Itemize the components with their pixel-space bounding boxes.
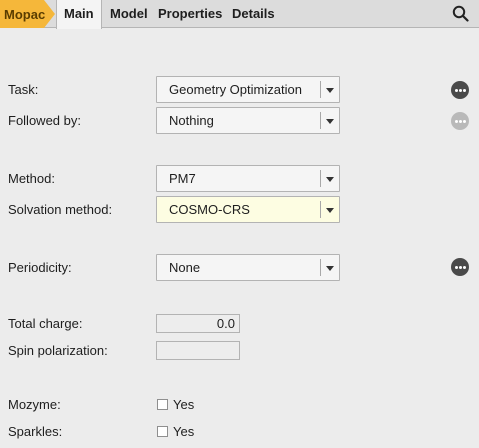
periodicity-select[interactable]: None bbox=[156, 254, 340, 281]
tab-model[interactable]: Model bbox=[110, 0, 148, 28]
sparkles-option-label[interactable]: Yes bbox=[173, 424, 194, 439]
followed-by-value: Nothing bbox=[169, 113, 214, 128]
total-charge-label: Total charge: bbox=[8, 316, 83, 331]
followed-by-select[interactable]: Nothing bbox=[156, 107, 340, 134]
periodicity-more-button[interactable] bbox=[451, 258, 469, 276]
tab-properties[interactable]: Properties bbox=[158, 0, 222, 28]
followed-by-label: Followed by: bbox=[8, 113, 81, 128]
select-divider bbox=[320, 259, 321, 276]
spin-polarization-label: Spin polarization: bbox=[8, 343, 108, 358]
tab-details[interactable]: Details bbox=[232, 0, 275, 28]
select-divider bbox=[320, 170, 321, 187]
method-select[interactable]: PM7 bbox=[156, 165, 340, 192]
total-charge-input[interactable]: 0.0 bbox=[156, 314, 240, 333]
task-value: Geometry Optimization bbox=[169, 82, 302, 97]
method-label: Method: bbox=[8, 171, 55, 186]
mozyme-label: Mozyme: bbox=[8, 397, 61, 412]
mozyme-checkbox[interactable] bbox=[157, 399, 168, 410]
chevron-down-icon bbox=[326, 266, 334, 271]
chevron-down-icon bbox=[326, 208, 334, 213]
chevron-down-icon bbox=[326, 88, 334, 93]
spin-polarization-input[interactable] bbox=[156, 341, 240, 360]
sparkles-checkbox[interactable] bbox=[157, 426, 168, 437]
ellipsis-icon bbox=[455, 266, 458, 269]
breadcrumb-mopac[interactable]: Mopac bbox=[0, 0, 56, 28]
ellipsis-icon bbox=[455, 120, 458, 123]
ellipsis-icon bbox=[455, 89, 458, 92]
task-label: Task: bbox=[8, 82, 39, 97]
task-select[interactable]: Geometry Optimization bbox=[156, 76, 340, 103]
select-divider bbox=[320, 81, 321, 98]
solvation-label: Solvation method: bbox=[8, 202, 113, 217]
followed-by-more-button bbox=[451, 112, 469, 130]
sparkles-label: Sparkles: bbox=[8, 424, 63, 439]
periodicity-label: Periodicity: bbox=[8, 260, 72, 275]
tab-bar: Mopac Main Model Properties Details bbox=[0, 0, 479, 29]
breadcrumb-label: Mopac bbox=[4, 7, 46, 22]
chevron-down-icon bbox=[326, 119, 334, 124]
select-divider bbox=[320, 112, 321, 129]
search-icon[interactable] bbox=[452, 5, 469, 22]
select-divider bbox=[320, 201, 321, 218]
task-more-button[interactable] bbox=[451, 81, 469, 99]
tab-main[interactable]: Main bbox=[56, 0, 102, 29]
mozyme-option-label[interactable]: Yes bbox=[173, 397, 194, 412]
chevron-down-icon bbox=[326, 177, 334, 182]
solvation-select[interactable]: COSMO-CRS bbox=[156, 196, 340, 223]
periodicity-value: None bbox=[169, 260, 201, 275]
solvation-value: COSMO-CRS bbox=[169, 202, 250, 217]
method-value: PM7 bbox=[169, 171, 196, 186]
